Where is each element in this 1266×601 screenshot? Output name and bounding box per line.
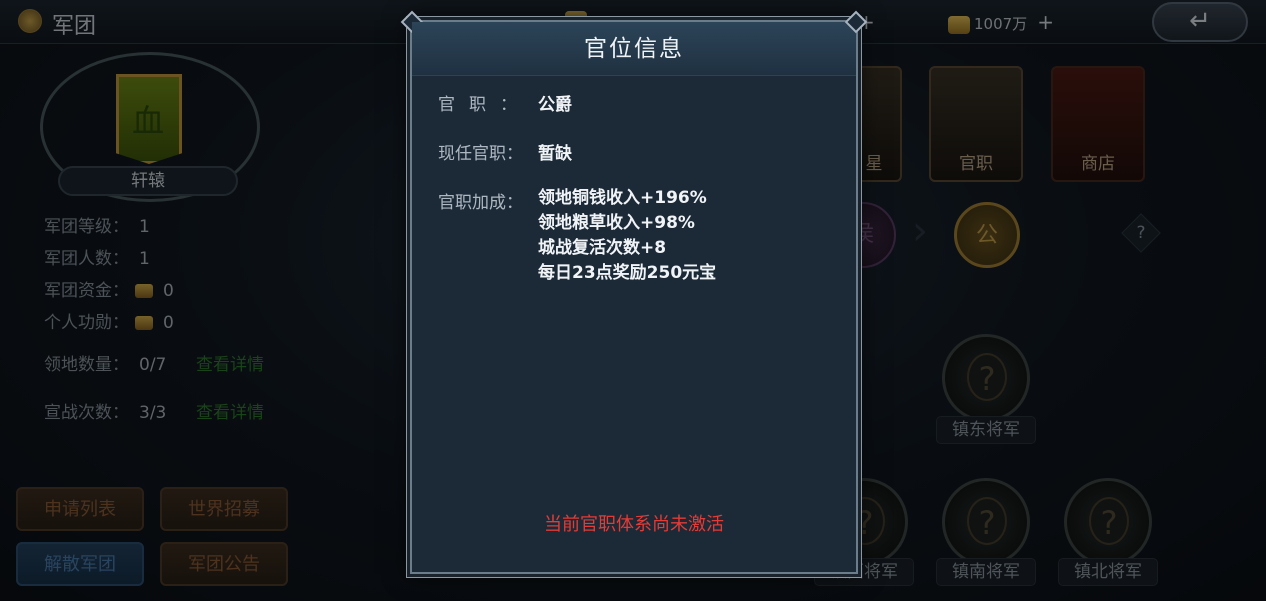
bonus-item: 领地粮草收入+98% <box>538 213 695 233</box>
bonus-item: 每日23点奖励250元宝 <box>538 263 717 283</box>
position-row: 官职： 公爵 <box>438 90 572 115</box>
current-office-value: 暂缺 <box>538 144 572 164</box>
current-office-row: 现任官职： 暂缺 <box>438 139 572 164</box>
bonus-label: 官职加成： <box>438 193 523 213</box>
dialog-title: 官位信息 <box>584 36 684 62</box>
current-office-label: 现任官职： <box>438 144 523 164</box>
position-label: 官职： <box>438 95 531 115</box>
bonus-list: 领地铜钱收入+196% 领地粮草收入+98% 城战复活次数+8 每日23点奖励2… <box>538 186 716 286</box>
bonus-item: 城战复活次数+8 <box>538 238 667 258</box>
inactive-warning: 当前官职体系尚未激活 <box>544 514 724 535</box>
bonus-item: 领地铜钱收入+196% <box>538 188 707 208</box>
bonus-row: 官职加成： <box>438 188 538 213</box>
office-info-dialog: 官位信息 官职： 公爵 现任官职： 暂缺 官职加成： 领地铜钱收入+196% 领地粮… <box>410 20 858 574</box>
position-value: 公爵 <box>538 95 572 115</box>
